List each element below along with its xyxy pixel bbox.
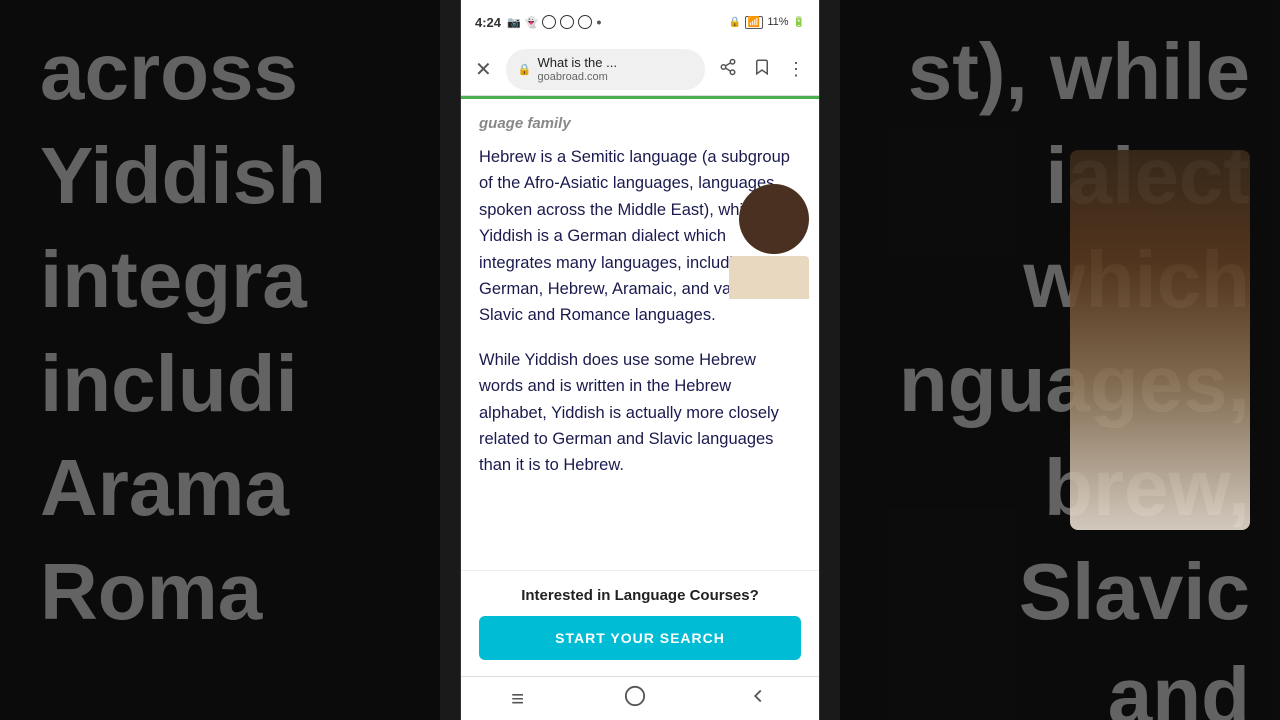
person-thumbnail (729, 179, 819, 299)
left-overlay (0, 0, 440, 720)
domain: goabroad.com (537, 71, 693, 84)
nav-home-button[interactable] (604, 679, 666, 719)
share-button[interactable] (715, 54, 741, 85)
browser-close-button[interactable]: ✕ (471, 53, 496, 86)
bookmark-button[interactable] (749, 54, 775, 85)
page-content: guage family Hebrew is a Semitic languag… (461, 99, 819, 676)
paragraph-2: While Yiddish does use some Hebrew words… (479, 347, 801, 479)
page-title: What is the ... (537, 55, 693, 71)
status-icons: 📷 👻 • (507, 14, 601, 30)
right-overlay (840, 0, 1280, 720)
phone-frame: 4:24 📷 👻 • 🔒 📶 11% 🔋 ✕ 🔒 What is the ... (460, 0, 820, 720)
navigation-bar: ≡ (461, 676, 819, 720)
battery-level: 11% (767, 16, 788, 28)
status-right: 🔒 📶 11% 🔋 (728, 16, 805, 29)
status-bar: 4:24 📷 👻 • 🔒 📶 11% 🔋 (461, 0, 819, 44)
lock-icon: 🔒 (518, 63, 532, 76)
browser-url-bar[interactable]: 🔒 What is the ... goabroad.com (506, 49, 705, 90)
section-heading: guage family (479, 115, 801, 132)
url-text: What is the ... goabroad.com (537, 55, 693, 84)
status-time: 4:24 (475, 15, 501, 30)
cta-button[interactable]: START YOUR SEARCH (479, 616, 801, 660)
more-button[interactable]: ⋮ (783, 55, 809, 84)
nav-menu-button[interactable]: ≡ (491, 680, 544, 718)
cta-section: Interested in Language Courses? START YO… (461, 570, 819, 676)
nav-back-button[interactable] (727, 679, 789, 719)
browser-chrome: ✕ 🔒 What is the ... goabroad.com ⋮ (461, 44, 819, 96)
browser-actions: ⋮ (715, 54, 809, 85)
content-scroll[interactable]: guage family Hebrew is a Semitic languag… (461, 99, 819, 570)
cta-heading: Interested in Language Courses? (479, 587, 801, 604)
